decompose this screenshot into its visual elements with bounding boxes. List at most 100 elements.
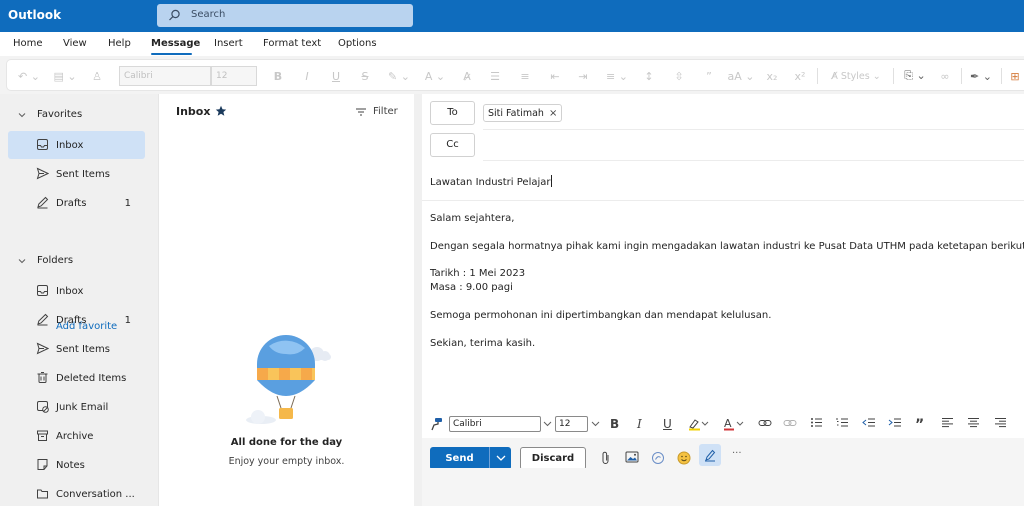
tab-help[interactable]: Help (108, 38, 131, 49)
align-center-icon[interactable] (967, 417, 980, 428)
tab-home[interactable]: Home (13, 38, 43, 49)
recipient-chip[interactable]: Siti Fatimah × (483, 104, 563, 122)
format-painter-icon[interactable]: ♙ (87, 66, 107, 86)
sidebar-item-junk-email[interactable]: Junk Email (8, 393, 145, 421)
tab-options[interactable]: Options (338, 38, 377, 49)
subscript-icon[interactable]: x₂ (763, 66, 781, 86)
ribbon-separator (817, 68, 818, 84)
bold-icon[interactable]: B (270, 66, 286, 86)
highlight-icon[interactable] (688, 417, 710, 431)
format-painter-icon[interactable] (429, 417, 443, 431)
sidebar-item-deleted-items[interactable]: Deleted Items (8, 364, 145, 392)
ribbon-font-size[interactable]: 12 (211, 66, 257, 86)
link-icon[interactable] (758, 417, 772, 429)
decrease-indent-icon[interactable] (862, 417, 876, 428)
undo-icon[interactable]: ↶ ⌄ (15, 66, 43, 86)
increase-indent-icon[interactable]: ⇥ (573, 66, 593, 86)
sidebar-item-drafts[interactable]: Drafts 1 (8, 306, 145, 334)
app-title[interactable]: Outlook (8, 8, 61, 22)
tab-format-text[interactable]: Format text (263, 38, 321, 49)
decrease-indent-icon[interactable]: ⇤ (545, 66, 565, 86)
font-size-select[interactable]: 12 (555, 416, 588, 432)
chevron-down-icon (496, 455, 506, 462)
superscript-icon[interactable]: x² (791, 66, 809, 86)
attach-icon[interactable]: ⎘ ⌄ (901, 66, 929, 86)
favorites-group[interactable]: Favorites (17, 109, 82, 120)
ribbon-font-name[interactable]: Calibri (119, 66, 211, 86)
sidebar-item-favorites-sent[interactable]: Sent Items (8, 160, 145, 188)
sidebar-item-favorites-drafts[interactable]: Drafts 1 (8, 189, 145, 217)
recipient-name: Siti Fatimah (488, 107, 544, 119)
send-icon (36, 167, 49, 180)
tab-insert[interactable]: Insert (214, 38, 243, 49)
subject-input[interactable]: Lawatan Industri Pelajar (430, 175, 552, 188)
loop-icon[interactable] (651, 451, 665, 465)
align-left-icon[interactable] (941, 417, 954, 428)
line-spacing-icon[interactable]: ↕ (639, 66, 659, 86)
ribbon-separator (961, 68, 962, 84)
trash-icon (36, 371, 49, 384)
sidebar-item-conversation-history[interactable]: Conversation ... (8, 480, 145, 508)
numbering-icon[interactable]: ≡ (515, 66, 535, 86)
tab-message[interactable]: Message (151, 38, 200, 49)
table-icon[interactable]: ⊞ (1007, 66, 1023, 86)
folder-icon (36, 487, 49, 500)
highlight-icon[interactable]: ✎ ⌄ (385, 66, 413, 86)
to-button[interactable]: To (430, 101, 475, 125)
quote-icon[interactable]: ” (699, 66, 719, 86)
increase-indent-icon[interactable] (888, 417, 902, 428)
link-icon[interactable]: ∞ (935, 66, 955, 86)
send-options-button[interactable] (489, 447, 511, 470)
styles-button[interactable]: A̸ Styles ⌄ (825, 66, 887, 86)
italic-icon[interactable]: I (637, 417, 642, 431)
bullets-icon[interactable]: ☰ (485, 66, 505, 86)
font-name-select[interactable]: Calibri (449, 416, 541, 432)
font-color-icon[interactable]: A (723, 417, 745, 431)
strikethrough-icon[interactable]: S (357, 66, 373, 86)
tab-view[interactable]: View (63, 38, 87, 49)
numbering-icon[interactable] (836, 417, 849, 428)
remove-recipient-icon[interactable]: × (549, 108, 557, 119)
cc-button[interactable]: Cc (430, 133, 475, 157)
font-color-icon[interactable]: A ⌄ (421, 66, 449, 86)
filter-label: Filter (373, 106, 398, 117)
body-line: Masa : 9.00 pagi (430, 282, 513, 293)
emoji-icon[interactable] (677, 451, 691, 465)
folders-group[interactable]: Folders (17, 255, 73, 266)
image-icon[interactable] (625, 451, 639, 463)
bullets-icon[interactable] (810, 417, 823, 428)
underline-icon[interactable]: U (663, 417, 672, 431)
sidebar-item-sent-items[interactable]: Sent Items (8, 335, 145, 363)
sidebar-item-inbox[interactable]: Inbox (8, 277, 145, 305)
chevron-down-icon[interactable] (591, 420, 600, 428)
clear-format-icon[interactable]: A̷ (457, 66, 477, 86)
sidebar-item-favorites-inbox[interactable]: Inbox (8, 131, 145, 159)
to-field-underline (483, 129, 1024, 130)
discard-button[interactable]: Discard (520, 447, 586, 470)
unlink-icon[interactable] (783, 417, 797, 429)
sidebar-item-archive[interactable]: Archive (8, 422, 145, 450)
align-right-icon[interactable] (994, 417, 1007, 428)
send-button[interactable]: Send (430, 447, 489, 470)
underline-icon[interactable]: U (328, 66, 344, 86)
compose-footer (422, 468, 1024, 506)
inbox-icon (36, 284, 49, 297)
body-line: Salam sejahtera, (430, 213, 515, 224)
editor-icon[interactable] (699, 444, 721, 466)
star-icon[interactable] (215, 105, 227, 117)
more-options-icon[interactable]: ··· (732, 448, 742, 459)
quote-icon[interactable]: ” (915, 417, 924, 433)
bold-icon[interactable]: B (610, 417, 619, 431)
attach-icon[interactable] (600, 451, 612, 465)
change-case-icon[interactable]: aA ⌄ (727, 66, 755, 86)
italic-icon[interactable]: I (299, 66, 315, 86)
paste-icon[interactable]: ▤ ⌄ (51, 66, 79, 86)
align-icon[interactable]: ≡ ⌄ (603, 66, 631, 86)
chevron-down-icon[interactable] (543, 420, 552, 428)
sidebar-item-notes[interactable]: Notes (8, 451, 145, 479)
signature-icon[interactable]: ✒ ⌄ (967, 66, 995, 86)
search-input[interactable]: Search (157, 4, 413, 27)
paragraph-spacing-icon[interactable]: ⇳ (669, 66, 689, 86)
pen-sparkle-icon (703, 448, 717, 462)
filter-button[interactable]: Filter (355, 106, 398, 117)
